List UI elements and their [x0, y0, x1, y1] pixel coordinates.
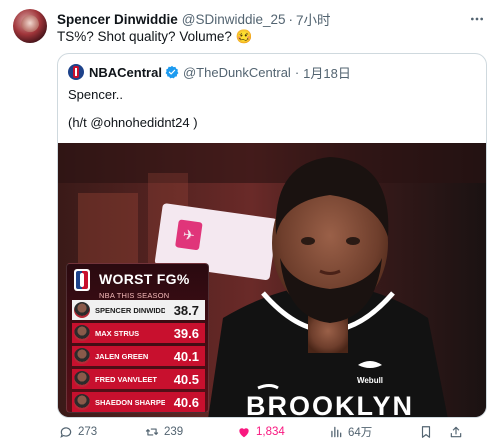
- share-icon: [450, 426, 462, 438]
- svg-text:✈: ✈: [182, 226, 196, 243]
- separator: ·: [294, 64, 300, 80]
- stat-row: SPENCER DINWIDDIE 38.7: [72, 300, 205, 320]
- bookmark-icon: [421, 426, 431, 438]
- quoted-tweet-credit: (h/t @ohnohedidnt24 ): [68, 115, 198, 130]
- quoted-author-name[interactable]: NBACentral: [89, 65, 162, 80]
- retweet-button[interactable]: 239: [145, 425, 183, 439]
- tweet[interactable]: Spencer Dinwiddie @SDinwiddie_25 · 7小时 T…: [0, 0, 500, 440]
- like-button[interactable]: 1,834: [237, 425, 285, 439]
- author-handle[interactable]: @SDinwiddie_25: [182, 12, 286, 27]
- jersey-team-text: BROOKLYN: [246, 391, 414, 418]
- quoted-tweet-header: NBACentral @TheDunkCentral · 1月18日: [68, 63, 351, 81]
- views-icon: [331, 426, 342, 438]
- tweet-actions-bar: 273 239 1,834 64万: [57, 423, 487, 440]
- views-button[interactable]: 64万: [329, 424, 372, 440]
- video-media[interactable]: ✈ Webull BROOKLYN WORST FG% NBA THIS SEA…: [58, 143, 486, 418]
- card-subtitle: NBA THIS SEASON: [99, 291, 170, 300]
- worst-fg-graphic: WORST FG% NBA THIS SEASON SPENCER DINWID…: [66, 263, 209, 413]
- stat-row: SHAEDON SHARPE 40.6: [72, 392, 205, 412]
- share-button[interactable]: [449, 425, 468, 439]
- author-avatar[interactable]: [13, 9, 47, 43]
- separator: ·: [288, 11, 294, 27]
- stat-row: MAX STRUS 39.6: [72, 323, 205, 343]
- reply-count: 273: [78, 426, 98, 438]
- view-count: 64万: [348, 427, 373, 439]
- retweet-count: 239: [164, 426, 184, 438]
- more-options-icon[interactable]: [468, 10, 486, 28]
- player-photo-icon: [74, 302, 90, 318]
- like-count: 1,834: [256, 426, 285, 438]
- player-name: SPENCER DINWIDDIE: [95, 305, 165, 315]
- stat-row: FRED VANVLEET 40.5: [72, 369, 205, 389]
- reply-icon: [60, 427, 72, 438]
- player-fg: 38.7: [173, 302, 199, 318]
- player-fg: 40.5: [173, 371, 199, 387]
- quoted-tweet-text: Spencer..: [68, 87, 123, 102]
- reply-button[interactable]: 273: [59, 425, 97, 439]
- quoted-tweet-date[interactable]: 1月18日: [303, 63, 351, 82]
- tweet-text: TS%? Shot quality? Volume? 🥴: [57, 29, 253, 44]
- player-fg: 39.6: [173, 325, 199, 341]
- tweet-time[interactable]: 7小时: [296, 9, 331, 29]
- player-name: FRED VANVLEET: [95, 374, 157, 384]
- player-name: SHAEDON SHARPE: [95, 397, 165, 407]
- author-name[interactable]: Spencer Dinwiddie: [57, 12, 178, 27]
- jersey-sponsor-text: Webull: [357, 376, 383, 385]
- quoted-author-handle[interactable]: @TheDunkCentral: [183, 65, 291, 80]
- nba-logo-icon: [74, 269, 90, 291]
- player-photo-icon: [74, 371, 90, 387]
- card-title: WORST FG%: [99, 271, 190, 287]
- quoted-author-avatar[interactable]: [68, 64, 84, 80]
- player-photo-icon: [74, 348, 90, 364]
- verified-badge-icon: [165, 65, 179, 79]
- player-name: MAX STRUS: [95, 328, 140, 338]
- bookmark-button[interactable]: [419, 425, 438, 439]
- heart-icon: [239, 428, 249, 438]
- player-fg: 40.6: [173, 394, 199, 410]
- player-fg: 40.1: [173, 348, 199, 364]
- player-photo-icon: [74, 394, 90, 410]
- stat-row: JALEN GREEN 40.1: [72, 346, 205, 366]
- tweet-header: Spencer Dinwiddie @SDinwiddie_25 · 7小时: [57, 9, 331, 29]
- player-name: JALEN GREEN: [95, 351, 149, 361]
- retweet-icon: [145, 428, 159, 436]
- quoted-tweet[interactable]: NBACentral @TheDunkCentral · 1月18日 Spenc…: [57, 53, 487, 418]
- player-photo-icon: [74, 325, 90, 341]
